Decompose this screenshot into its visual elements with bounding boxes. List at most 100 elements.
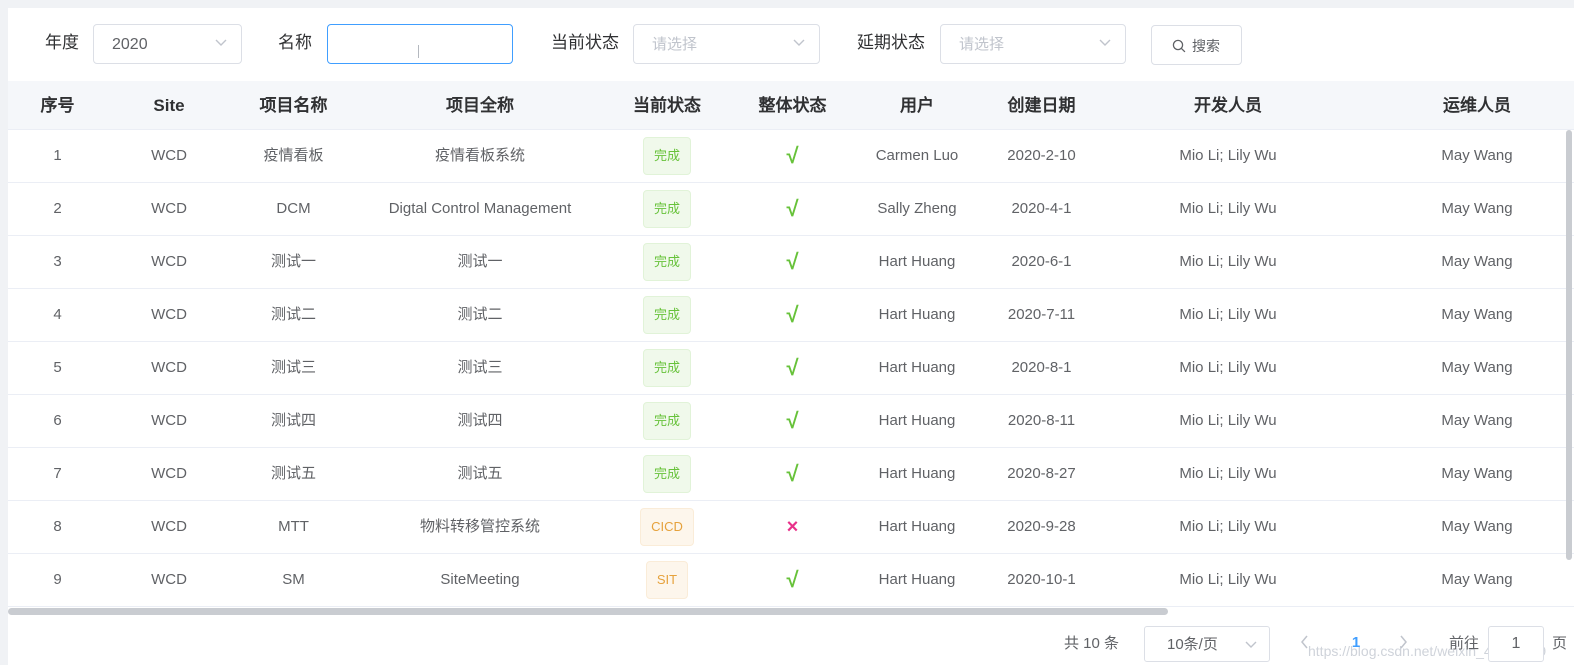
cell-current-status: 完成	[604, 130, 730, 182]
cell-site: WCD	[107, 183, 231, 235]
cell-created-date-text: 2020-7-11	[1007, 306, 1076, 323]
cell-name: 测试一	[231, 236, 356, 288]
chevron-right-icon[interactable]	[1396, 632, 1410, 652]
cell-ops-text: May Wang	[1441, 518, 1513, 535]
cell-developers: Mio Li; Lily Wu	[1104, 395, 1352, 447]
cell-index-text: 7	[53, 465, 62, 482]
cell-index-text: 9	[53, 571, 62, 588]
delay-status-select[interactable]: 请选择	[940, 24, 1126, 64]
table-row[interactable]: 2 WCD DCM Digtal Control Management 完成 √ Sally…	[8, 183, 1574, 236]
cell-developers-text: Mio Li; Lily Wu	[1179, 147, 1277, 164]
page-number-current[interactable]: 1	[1346, 632, 1366, 654]
name-input-wrapper	[327, 24, 513, 64]
cell-user: Hart Huang	[855, 395, 979, 447]
column-header-created-date[interactable]: 创建日期	[979, 81, 1104, 130]
column-header-full-name[interactable]: 项目全称	[356, 81, 604, 130]
cell-user-text: Hart Huang	[878, 359, 956, 376]
cell-developers-text: Mio Li; Lily Wu	[1179, 412, 1277, 429]
year-select[interactable]: 2020	[93, 24, 242, 64]
column-header-developers[interactable]: 开发人员	[1104, 81, 1352, 130]
cell-created-date: 2020-10-1	[979, 554, 1104, 606]
cell-index: 6	[8, 395, 107, 447]
cell-name-text: DCM	[276, 200, 311, 217]
cell-developers: Mio Li; Lily Wu	[1104, 448, 1352, 500]
check-icon: √	[786, 302, 799, 327]
delay-status-label: 延期状态	[857, 33, 925, 52]
cell-index: 8	[8, 501, 107, 553]
table-row[interactable]: 5 WCD 测试三 测试三 完成 √ Hart Huang 2020-8-1 Mio Li; L…	[8, 342, 1574, 395]
cell-site-text: WCD	[151, 518, 187, 535]
table-row[interactable]: 6 WCD 测试四 测试四 完成 √ Hart Huang 2020-8-11 Mio Li; …	[8, 395, 1574, 448]
horizontal-scrollbar[interactable]	[8, 608, 1168, 615]
cell-developers-text: Mio Li; Lily Wu	[1179, 253, 1277, 270]
cell-full-name: 测试五	[356, 448, 604, 500]
cell-site: WCD	[107, 448, 231, 500]
cell-current-status: 完成	[604, 183, 730, 235]
chevron-left-icon[interactable]	[1298, 632, 1312, 652]
table-row[interactable]: 7 WCD 测试五 测试五 完成 √ Hart Huang 2020-8-27 Mio Li; …	[8, 448, 1574, 501]
goto-label: 前往	[1449, 635, 1480, 652]
cell-site-text: WCD	[151, 253, 187, 270]
cell-developers-text: Mio Li; Lily Wu	[1179, 518, 1277, 535]
column-header-current-status[interactable]: 当前状态	[604, 81, 730, 130]
status-tag: 完成	[642, 296, 691, 335]
cell-user: Hart Huang	[855, 501, 979, 553]
table-row[interactable]: 4 WCD 测试二 测试二 完成 √ Hart Huang 2020-7-11 Mio Li; …	[8, 289, 1574, 342]
cell-ops-text: May Wang	[1441, 200, 1513, 217]
cell-created-date: 2020-8-11	[979, 395, 1104, 447]
cell-overall-status: √	[730, 554, 855, 606]
cell-name: 疫情看板	[231, 130, 356, 182]
cell-developers-text: Mio Li; Lily Wu	[1179, 571, 1277, 588]
cell-index-text: 8	[53, 518, 62, 535]
table-row[interactable]: 9 WCD SM SiteMeeting SIT √ Hart Huang 2020-10-1…	[8, 554, 1574, 607]
cell-full-name: Digtal Control Management	[356, 183, 604, 235]
search-button[interactable]: 搜索	[1151, 25, 1242, 65]
cell-index: 1	[8, 130, 107, 182]
status-tag: 完成	[642, 455, 691, 494]
cell-ops: May Wang	[1352, 448, 1574, 500]
cell-index: 4	[8, 289, 107, 341]
goto-page-wrapper	[1488, 626, 1544, 662]
cell-site: WCD	[107, 554, 231, 606]
cell-name: 测试二	[231, 289, 356, 341]
name-input[interactable]	[328, 25, 512, 63]
page-unit-label: 页	[1552, 635, 1568, 652]
check-icon: √	[786, 408, 799, 433]
column-header-user[interactable]: 用户	[855, 81, 979, 130]
vertical-scrollbar[interactable]	[1566, 130, 1572, 560]
cell-ops: May Wang	[1352, 289, 1574, 341]
cell-ops: May Wang	[1352, 130, 1574, 182]
cell-user: Hart Huang	[855, 448, 979, 500]
cell-user-text: Hart Huang	[878, 518, 956, 535]
current-status-select[interactable]: 请选择	[633, 24, 820, 64]
cell-created-date-text: 2020-10-1	[1007, 571, 1076, 588]
cell-user: Hart Huang	[855, 236, 979, 288]
pagination-total: 共 10 条	[1064, 635, 1120, 652]
text-cursor	[418, 45, 419, 58]
cell-index: 9	[8, 554, 107, 606]
cell-full-name: 测试三	[356, 342, 604, 394]
column-header-name[interactable]: 项目名称	[231, 81, 356, 130]
status-tag: CICD	[640, 508, 694, 547]
cell-overall-status: √	[730, 130, 855, 182]
cell-ops: May Wang	[1352, 342, 1574, 394]
page-size-select[interactable]: 10条/页	[1144, 626, 1270, 662]
table-row[interactable]: 1 WCD 疫情看板 疫情看板系统 完成 √ Carmen Luo 2020-2-10 Mio …	[8, 130, 1574, 183]
check-icon: √	[786, 461, 799, 486]
table-row[interactable]: 8 WCD MTT 物料转移管控系统 CICD × Hart Huang 2020-9-28 M…	[8, 501, 1574, 554]
goto-page-input[interactable]	[1489, 627, 1543, 661]
cell-created-date-text: 2020-9-28	[1007, 518, 1076, 535]
cell-site: WCD	[107, 501, 231, 553]
cell-created-date: 2020-6-1	[979, 236, 1104, 288]
cell-name: DCM	[231, 183, 356, 235]
column-header-index[interactable]: 序号	[8, 81, 107, 130]
table-header: 序号 Site 项目名称 项目全称 当前状态 整体状态 用户 创建日期 开发人员…	[8, 81, 1574, 130]
column-header-overall-status[interactable]: 整体状态	[730, 81, 855, 130]
column-header-ops[interactable]: 运维人员	[1352, 81, 1574, 130]
cell-index-text: 5	[53, 359, 62, 376]
column-header-site[interactable]: Site	[107, 81, 231, 130]
cell-full-name-text: 物料转移管控系统	[419, 518, 540, 535]
cell-current-status: CICD	[604, 501, 730, 553]
table-row[interactable]: 3 WCD 测试一 测试一 完成 √ Hart Huang 2020-6-1 Mio Li; L…	[8, 236, 1574, 289]
cell-site: WCD	[107, 130, 231, 182]
